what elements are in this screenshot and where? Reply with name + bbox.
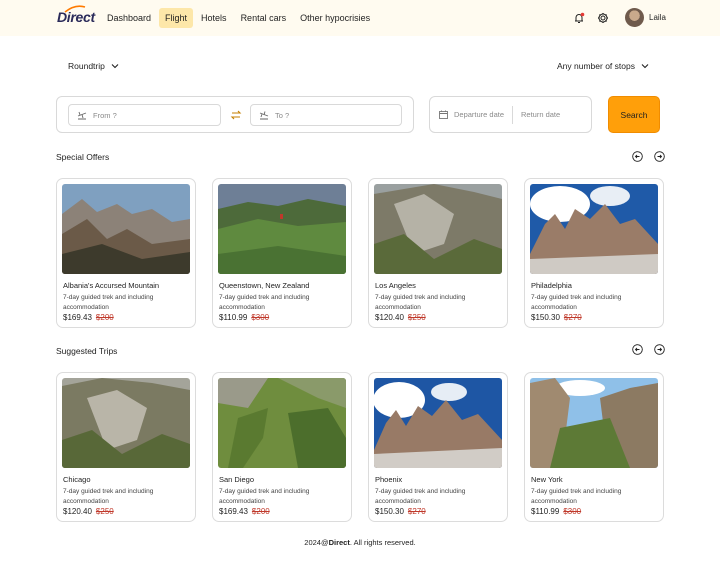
trip-card-title: Chicago <box>63 475 91 484</box>
return-date-field[interactable]: Return date <box>513 110 560 119</box>
to-placeholder: To ? <box>275 110 290 120</box>
to-field[interactable]: To ? <box>250 104 402 126</box>
stops-label: Any number of stops <box>557 61 635 71</box>
old-price: $270 <box>563 313 582 322</box>
offer-card-desc: 7-day guided trek and including accommod… <box>219 294 310 311</box>
plane-takeoff-icon <box>77 111 87 120</box>
arrow-right-icon[interactable] <box>654 344 665 355</box>
from-field[interactable]: From ? <box>68 104 221 126</box>
return-placeholder: Return date <box>521 110 561 119</box>
footer-year: 2024@ <box>304 538 329 547</box>
chevron-down-icon <box>641 64 649 69</box>
current-price: $110.99 <box>531 507 560 516</box>
offer-card[interactable]: Philadelphia 7-day guided trek and inclu… <box>524 178 664 328</box>
trip-card-price: $120.40 $250 <box>63 507 114 516</box>
trip-card-image <box>374 378 502 468</box>
offer-card-title: Queenstown, New Zealand <box>219 281 310 290</box>
trip-card-title: New York <box>531 475 563 484</box>
main-nav: Dashboard Flight Hotels Rental cars Othe… <box>101 8 376 28</box>
offer-card-title: Albania's Accursed Mountain <box>63 281 160 290</box>
stops-select[interactable]: Any number of stops <box>557 61 649 71</box>
from-placeholder: From ? <box>93 110 117 120</box>
old-price: $200 <box>95 313 114 322</box>
bell-icon[interactable] <box>572 11 586 25</box>
current-price: $150.30 <box>375 507 404 516</box>
footer-rights: . All rights reserved. <box>349 538 416 547</box>
current-price: $169.43 <box>219 507 248 516</box>
top-header: Direct Dashboard Flight Hotels Rental ca… <box>0 0 720 36</box>
offer-card-price: $169.43 $200 <box>63 313 114 322</box>
old-price: $300 <box>251 313 270 322</box>
nav-flight[interactable]: Flight <box>159 8 194 28</box>
offer-card-image <box>62 184 190 274</box>
offer-card-desc: 7-day guided trek and including accommod… <box>375 294 466 311</box>
offer-card-title: Philadelphia <box>531 281 572 290</box>
search-button[interactable]: Search <box>608 96 660 133</box>
nav-hotels[interactable]: Hotels <box>195 8 233 28</box>
arrow-left-icon[interactable] <box>632 151 643 162</box>
trip-card-desc: 7-day guided trek and including accommod… <box>375 488 466 505</box>
departure-placeholder: Departure date <box>454 110 505 119</box>
suggested-trips-title: Suggested Trips <box>56 346 118 356</box>
offer-card[interactable]: Queenstown, New Zealand 7-day guided tre… <box>212 178 352 328</box>
trip-card[interactable]: Chicago 7-day guided trek and including … <box>56 372 196 522</box>
trip-card-desc: 7-day guided trek and including accommod… <box>63 488 154 505</box>
avatar[interactable] <box>625 8 644 27</box>
trip-type-label: Roundtrip <box>68 61 105 71</box>
offer-card-price: $150.30 $270 <box>531 313 582 322</box>
trip-card-desc: 7-day guided trek and including accommod… <box>219 488 310 505</box>
username[interactable]: Laila <box>649 13 666 22</box>
trip-card-desc: 7-day guided trek and including accommod… <box>531 488 622 505</box>
current-price: $169.43 <box>63 313 92 322</box>
offer-card-desc: 7-day guided trek and including accommod… <box>63 294 154 311</box>
trip-card-price: $110.99 $300 <box>531 507 581 516</box>
current-price: $150.30 <box>531 313 560 322</box>
plane-landing-icon <box>259 111 269 120</box>
trip-card-price: $150.30 $270 <box>375 507 426 516</box>
trip-card-title: San Diego <box>219 475 255 484</box>
nav-dashboard[interactable]: Dashboard <box>101 8 157 28</box>
old-price: $250 <box>95 507 114 516</box>
logo[interactable]: Direct <box>57 9 95 25</box>
offer-card[interactable]: Los Angeles 7-day guided trek and includ… <box>368 178 508 328</box>
offer-card-image <box>530 184 658 274</box>
trip-card-image <box>62 378 190 468</box>
trip-card[interactable]: San Diego 7-day guided trek and includin… <box>212 372 352 522</box>
swap-icon[interactable] <box>229 108 243 122</box>
offer-card-price: $120.40 $250 <box>375 313 426 322</box>
calendar-icon <box>439 110 448 119</box>
nav-rental-cars[interactable]: Rental cars <box>235 8 293 28</box>
old-price: $200 <box>251 507 270 516</box>
current-price: $110.99 <box>219 313 248 322</box>
chevron-down-icon <box>111 64 119 69</box>
current-price: $120.40 <box>63 507 92 516</box>
trip-card[interactable]: New York 7-day guided trek and including… <box>524 372 664 522</box>
gear-icon[interactable] <box>596 11 610 25</box>
departure-date-field[interactable]: Departure date <box>430 110 512 119</box>
trip-type-select[interactable]: Roundtrip <box>68 61 119 71</box>
arrow-left-icon[interactable] <box>632 344 643 355</box>
offer-card-desc: 7-day guided trek and including accommod… <box>531 294 622 311</box>
route-search: From ? To ? <box>56 96 414 133</box>
offer-card[interactable]: Albania's Accursed Mountain 7-day guided… <box>56 178 196 328</box>
date-range: Departure date Return date <box>429 96 592 133</box>
offer-card-image <box>374 184 502 274</box>
nav-other[interactable]: Other hypocrisies <box>294 8 376 28</box>
special-offers-title: Special Offers <box>56 152 110 162</box>
trip-card-title: Phoenix <box>375 475 403 484</box>
footer: 2024@Direct. All rights reserved. <box>0 538 720 547</box>
trip-card[interactable]: Phoenix 7-day guided trek and including … <box>368 372 508 522</box>
footer-brand: Direct <box>328 538 350 547</box>
trip-card-price: $169.43 $200 <box>219 507 270 516</box>
offer-card-price: $110.99 $300 <box>219 313 269 322</box>
current-price: $120.40 <box>375 313 404 322</box>
trip-card-image <box>218 378 346 468</box>
arrow-right-icon[interactable] <box>654 151 665 162</box>
trip-card-image <box>530 378 658 468</box>
offer-card-title: Los Angeles <box>375 281 416 290</box>
old-price: $300 <box>563 507 582 516</box>
offer-card-image <box>218 184 346 274</box>
old-price: $270 <box>407 507 426 516</box>
old-price: $250 <box>407 313 426 322</box>
